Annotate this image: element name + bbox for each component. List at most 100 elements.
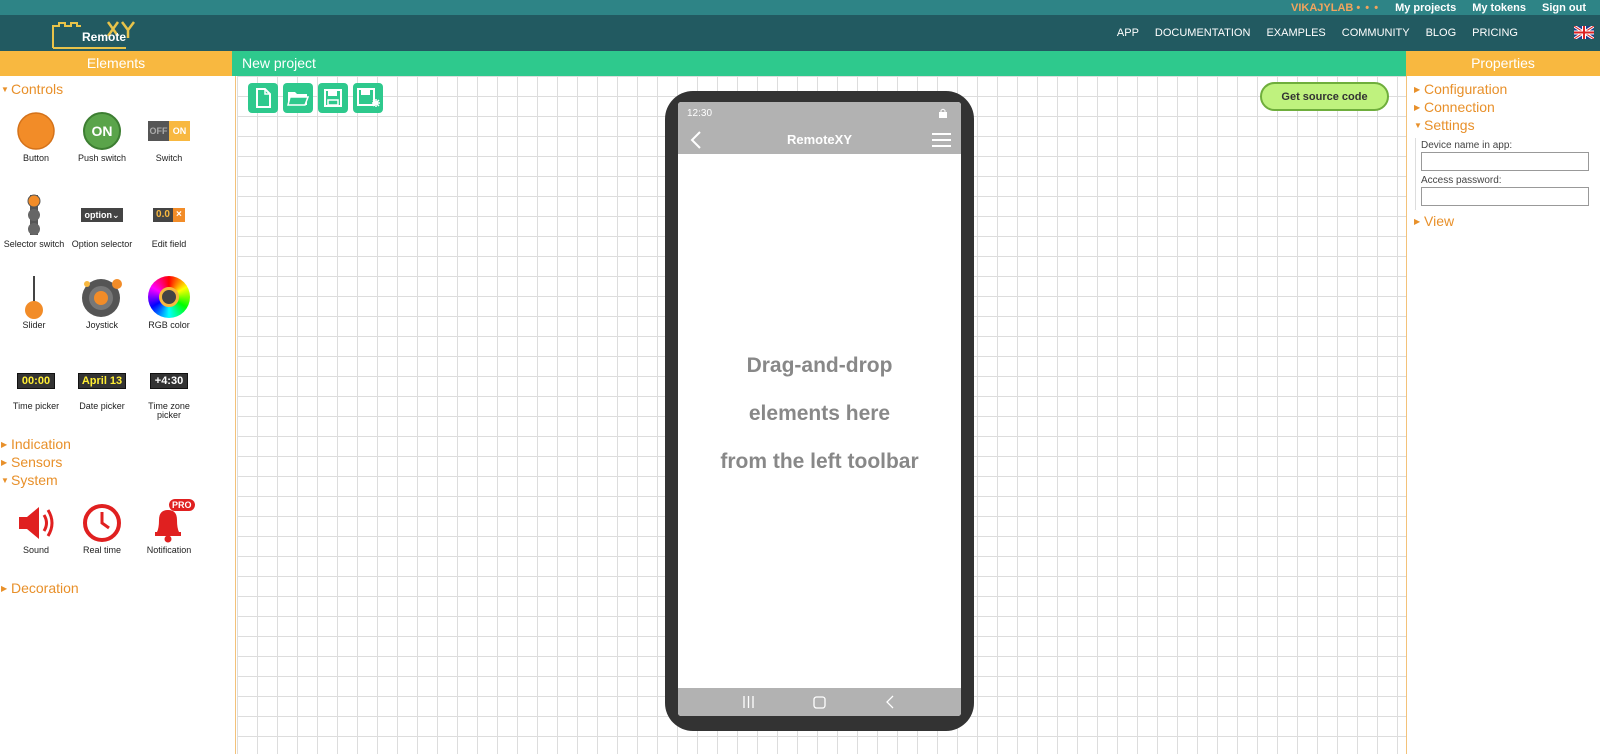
section-sensors[interactable]: ▶ Sensors	[0, 454, 62, 472]
caret-down-icon: ▼	[1, 85, 9, 94]
element-push-switch[interactable]: ON Push switch	[70, 110, 134, 184]
caret-right-icon: ▶	[1414, 85, 1421, 94]
time-zone-picker-icon: +4:30	[137, 360, 201, 402]
nav-pricing[interactable]: PRICING	[1472, 27, 1518, 39]
save-icon	[324, 89, 342, 107]
clock-icon	[70, 502, 134, 544]
element-label: Time zone picker	[148, 401, 190, 420]
element-label: Real time	[82, 545, 121, 555]
element-label: Sound	[22, 545, 50, 555]
element-notification[interactable]: PRO Notification	[137, 499, 201, 576]
caret-right-icon: ▶	[1414, 217, 1421, 226]
drop-hint-line: elements here	[748, 402, 891, 425]
device-name-input[interactable]	[1421, 152, 1589, 171]
nav-documentation[interactable]: DOCUMENTATION	[1155, 27, 1251, 39]
new-file-icon	[256, 88, 271, 108]
section-configuration[interactable]: ▶ Configuration	[1407, 81, 1507, 99]
slider-icon	[2, 274, 66, 320]
nav-community[interactable]: COMMUNITY	[1342, 27, 1410, 39]
open-folder-icon	[287, 92, 309, 106]
app-header: RemoteXY	[678, 124, 961, 154]
element-slider[interactable]: Slider	[2, 274, 66, 348]
section-controls[interactable]: ▼ Controls	[0, 81, 63, 99]
section-label: Controls	[11, 81, 64, 97]
switch-off-text: OFF	[148, 121, 169, 141]
element-rgb-color[interactable]: RGB color	[137, 274, 201, 348]
hamburger-menu-icon[interactable]	[932, 133, 951, 147]
elements-header: Elements	[0, 51, 232, 76]
element-option-selector[interactable]: option⌄ Option selector	[70, 194, 134, 268]
element-label: RGB color	[148, 320, 190, 330]
option-selector-icon: option⌄	[70, 194, 134, 236]
section-indication[interactable]: ▶ Indication	[0, 436, 71, 454]
section-connection[interactable]: ▶ Connection	[1407, 99, 1495, 117]
element-label: Time picker	[12, 401, 60, 411]
logo-text: Remote	[82, 30, 127, 44]
element-label: Slider	[22, 320, 46, 330]
sign-out-link[interactable]: Sign out	[1542, 2, 1586, 14]
get-source-code-button[interactable]: Get source code	[1260, 82, 1389, 111]
pro-badge: PRO	[169, 499, 195, 511]
joystick-icon	[70, 274, 134, 320]
element-selector-switch[interactable]: Selector switch	[2, 194, 66, 268]
top-bar: VIKAJYLAB • • • My projects My tokens Si…	[0, 0, 1600, 15]
access-password-input[interactable]	[1421, 187, 1589, 206]
open-project-button[interactable]	[283, 83, 313, 113]
section-decoration[interactable]: ▶ Decoration	[0, 580, 79, 598]
save-as-button[interactable]	[353, 83, 383, 113]
nav-back-icon	[886, 695, 894, 709]
section-system[interactable]: ▼ System	[0, 472, 58, 490]
nav-blog[interactable]: BLOG	[1426, 27, 1457, 39]
caret-right-icon: ▶	[1414, 103, 1421, 112]
nav-app[interactable]: APP	[1117, 27, 1139, 39]
main-nav: APP DOCUMENTATION EXAMPLES COMMUNITY BLO…	[1117, 15, 1518, 51]
time-picker-icon: 00:00	[4, 360, 68, 402]
section-settings[interactable]: ▼ Settings	[1407, 117, 1475, 135]
home-icon	[813, 696, 826, 709]
section-view[interactable]: ▶ View	[1407, 213, 1454, 231]
element-date-picker[interactable]: April 13 Date picker	[70, 360, 134, 434]
access-password-label: Access password:	[1421, 175, 1502, 186]
element-label: Selector switch	[3, 239, 65, 249]
dropdown-arrow-icon: ⌄	[111, 210, 120, 220]
section-label: Configuration	[1424, 81, 1508, 97]
status-time: 12:30	[687, 108, 713, 119]
element-label: Joystick	[85, 320, 118, 330]
caret-right-icon: ▶	[1, 458, 8, 467]
element-switch[interactable]: OFF ON Switch	[137, 110, 201, 184]
time-picker-text: 00:00	[16, 373, 56, 389]
section-label: System	[11, 472, 58, 488]
recent-apps-icon	[743, 696, 754, 708]
my-tokens-link[interactable]: My tokens	[1472, 2, 1526, 14]
remotexy-logo[interactable]: Remote	[52, 20, 142, 50]
edit-field-text: 0.0	[153, 208, 173, 222]
android-nav-bar	[678, 688, 961, 716]
element-time-picker[interactable]: 00:00 Time picker	[4, 360, 68, 434]
element-time-zone-picker[interactable]: +4:30 Time zone picker	[137, 360, 201, 434]
element-label: Edit field	[151, 239, 187, 249]
element-button[interactable]: Button	[4, 110, 68, 184]
drop-hint-line: from the left toolbar	[720, 450, 919, 473]
user-menu[interactable]: VIKAJYLAB • • •	[1291, 2, 1379, 14]
element-edit-field[interactable]: 0.0 × Edit field	[137, 194, 201, 268]
option-selector-text: option	[84, 210, 112, 220]
drop-hint-line: Drag-and-drop	[746, 354, 893, 377]
selector-switch-icon	[2, 194, 66, 236]
element-joystick[interactable]: Joystick	[70, 274, 134, 348]
save-as-icon	[357, 88, 380, 107]
phone-screen[interactable]: 12:30 RemoteXY Drag-and-drop elements he…	[678, 102, 961, 716]
element-sound[interactable]: Sound	[4, 502, 68, 576]
save-project-button[interactable]	[318, 83, 348, 113]
uk-flag-icon[interactable]	[1574, 26, 1594, 39]
rgb-color-icon	[137, 274, 201, 320]
design-canvas[interactable]: Get source code 12:30 RemoteXY Drag-and-…	[237, 76, 1406, 754]
device-name-label: Device name in app:	[1421, 140, 1513, 151]
new-project-button[interactable]	[248, 83, 278, 113]
push-switch-text: ON	[83, 112, 121, 150]
my-projects-link[interactable]: My projects	[1395, 2, 1456, 14]
nav-examples[interactable]: EXAMPLES	[1266, 27, 1325, 39]
element-real-time[interactable]: Real time	[70, 502, 134, 576]
phone-frame: 12:30 RemoteXY Drag-and-drop elements he…	[665, 91, 974, 731]
element-label: Notification	[146, 545, 192, 555]
date-picker-text: April 13	[77, 373, 127, 389]
